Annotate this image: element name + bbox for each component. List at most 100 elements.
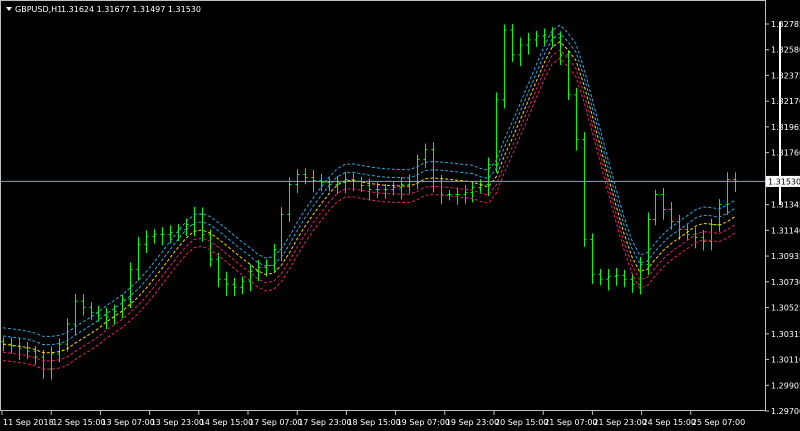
price-bar (558, 31, 563, 66)
time-tick-label: 12 Sep 15:00 (52, 418, 105, 427)
price-tick-label: 1.31760 (771, 149, 800, 158)
price-bar (415, 154, 420, 190)
plot-frame (0, 0, 766, 411)
price-bar (574, 87, 579, 151)
symbol-title: GBPUSD,H1 (15, 5, 62, 14)
price-bar (112, 304, 117, 325)
price-bar (606, 269, 611, 291)
price-bar (463, 185, 468, 204)
lower-envelope-outer (2, 57, 736, 370)
triangle-down-icon[interactable] (6, 7, 12, 11)
price-bar (614, 267, 619, 286)
price-bar (303, 168, 308, 185)
price-tick-label: 1.31140 (771, 226, 800, 235)
price-tick-label: 1.31965 (771, 123, 800, 132)
price-tick-label: 1.30935 (771, 252, 800, 261)
price-bar (57, 338, 62, 363)
price-bar (192, 206, 197, 237)
price-tick-label: 1.32375 (771, 71, 800, 80)
time-tick-label: 13 Sep 23:00 (151, 418, 204, 427)
price-bar (709, 218, 714, 251)
price-bar (669, 202, 674, 230)
price-bar (717, 199, 722, 232)
time-tick-label: 18 Sep 15:00 (347, 418, 400, 427)
price-bar (526, 32, 531, 55)
price-bar (399, 177, 404, 200)
price-bar (287, 177, 292, 222)
price-tick-label: 1.32785 (771, 20, 800, 29)
time-tick-label: 17 Sep 07:00 (249, 418, 302, 427)
price-bar (224, 271, 229, 296)
price-chart[interactable]: 1.32785 1.32580 1.32375 1.32170 1.31965 1.317… (0, 0, 800, 431)
time-tick-label: 21 Sep 23:00 (593, 418, 646, 427)
time-tick-label: 13 Sep 07:00 (101, 418, 154, 427)
price-bar (630, 273, 635, 293)
price-bar (81, 294, 86, 316)
price-bar (518, 37, 523, 67)
price-tick-label: 1.32580 (771, 46, 800, 55)
price-bar (502, 24, 507, 109)
price-bar (272, 243, 277, 272)
price-bar (208, 229, 213, 267)
price-bar (423, 143, 428, 168)
price-bar (598, 268, 603, 286)
price-bar (622, 269, 627, 288)
price-tick-label: 1.29700 (771, 407, 800, 416)
time-tick-label: 19 Sep 23:00 (446, 418, 499, 427)
price-tick-label: 1.29905 (771, 381, 800, 390)
price-tick-label: 1.31345 (771, 201, 800, 210)
price-bar (128, 262, 133, 309)
time-tick-label: 24 Sep 15:00 (643, 418, 696, 427)
price-bar (653, 189, 658, 226)
price-bar (383, 183, 388, 199)
price-bar (391, 181, 396, 196)
price-bar (41, 349, 46, 379)
time-tick-label: 17 Sep 23:00 (298, 418, 351, 427)
price-bar (582, 132, 587, 247)
price-tick-label: 1.30730 (771, 278, 800, 287)
time-tick-label: 14 Sep 15:00 (200, 418, 253, 427)
time-tick-label: 21 Sep 07:00 (544, 418, 597, 427)
time-tick-label: 19 Sep 07:00 (397, 418, 450, 427)
price-bar (661, 187, 666, 220)
price-bar (677, 214, 682, 240)
price-bar (725, 172, 730, 215)
price-bar (407, 174, 412, 193)
price-axis[interactable]: 1.32785 1.32580 1.32375 1.32170 1.31965 1.317… (765, 0, 800, 416)
ohlc-readout: 1.31624 1.31677 1.31497 1.31530 (61, 5, 201, 14)
price-bar (200, 207, 205, 242)
price-bar (542, 28, 547, 46)
price-bar (534, 31, 539, 47)
price-bar (240, 276, 245, 295)
price-bar (693, 227, 698, 249)
time-tick-label: 11 Sep 2018 (3, 418, 54, 427)
price-bar (232, 277, 237, 296)
price-bar (104, 307, 109, 330)
price-bar (248, 264, 253, 292)
price-bar (590, 233, 595, 284)
price-bar (136, 236, 141, 281)
price-tick-label: 1.30525 (771, 304, 800, 313)
price-bar (73, 293, 78, 336)
price-bar (49, 346, 54, 380)
price-tick-label: 1.30315 (771, 330, 800, 339)
price-tick-label: 1.30110 (771, 356, 800, 365)
price-bar (216, 252, 221, 288)
time-tick-label: 20 Sep 15:00 (495, 418, 548, 427)
price-bar (17, 338, 22, 361)
price-tick-label: 1.32170 (771, 97, 800, 106)
price-bar (144, 230, 149, 253)
lower-envelope-inner (2, 49, 736, 362)
time-axis[interactable]: 11 Sep 201812 Sep 15:0013 Sep 07:0013 Se… (1, 411, 745, 427)
current-price-label: 1.31530 (768, 177, 800, 186)
price-bar (120, 294, 125, 319)
price-bar (470, 181, 475, 203)
price-bar (160, 227, 165, 246)
price-bar (510, 24, 515, 63)
price-bar (89, 302, 94, 321)
price-bar (733, 172, 738, 193)
price-bar (431, 142, 436, 193)
price-bar (152, 229, 157, 244)
price-bar (65, 318, 70, 352)
price-bar (279, 207, 284, 262)
